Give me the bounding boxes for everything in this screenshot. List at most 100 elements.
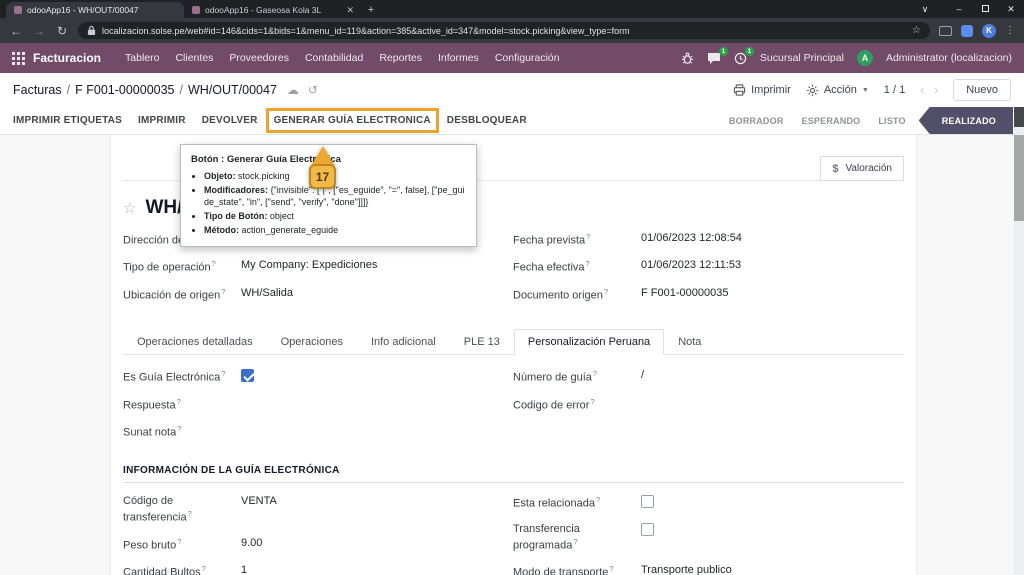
browser-tab-active[interactable]: odooApp16 - WH/OUT/00047 [6,2,184,18]
field-value[interactable]: 1 [241,564,513,575]
imprimir-etiquetas-button[interactable]: IMPRIMIR ETIQUETAS [13,115,122,126]
field-sunat-nota: Sunat nota? [123,424,513,440]
company-selector[interactable]: Sucursal Principal [760,52,844,64]
tab-personalizacion-peruana[interactable]: Personalización Peruana [514,329,664,355]
apps-menu[interactable]: Facturacion [12,51,101,65]
field-value[interactable]: 9.00 [241,537,513,551]
esta-relacionada-checkbox[interactable] [641,495,654,508]
tab-close-icon[interactable]: ✕ [346,5,354,16]
desbloquear-button[interactable]: DESBLOQUEAR [447,115,527,126]
record-pager: 1 / 1 [884,84,905,96]
field-value[interactable]: WH/Salida [241,287,513,301]
status-borrador[interactable]: BORRADOR [729,116,784,126]
field-value[interactable]: Transporte publico [641,564,904,575]
status-esperando[interactable]: ESPERANDO [802,116,861,126]
user-menu[interactable]: Administrator (localizacion) [886,52,1012,64]
tab-nota[interactable]: Nota [664,329,715,355]
field-value[interactable]: My Company: Expediciones [241,259,513,273]
tab-title: odooApp16 - WH/OUT/00047 [27,5,176,15]
devolver-button[interactable]: DEVOLVER [202,115,258,126]
browser-menu-icon[interactable]: ⋮ [1005,25,1015,36]
browser-tab-inactive[interactable]: odooApp16 - Gaseosa Kola 3L ✕ [184,2,362,18]
browser-toolbar: ← → ↻ localizacion.solse.pe/web#id=146&c… [0,18,1024,43]
lock-icon [87,25,96,36]
discard-undo-icon[interactable]: ↺ [308,83,318,97]
field-codigo-error: Codigo de error? [513,397,904,413]
tab-operaciones-detalladas[interactable]: Operaciones detalladas [123,329,267,355]
field-numero-guia: Número de guía? / [513,369,904,385]
field-value[interactable]: / [641,369,904,383]
scrollbar-thumb[interactable] [1014,135,1024,221]
breadcrumb-facturas[interactable]: Facturas [13,83,62,97]
status-realizado-active[interactable]: REALIZADO [919,107,1013,134]
pager-previous-icon[interactable]: ‹ [920,83,924,97]
nav-menu-informes[interactable]: Informes [430,48,487,68]
forward-icon[interactable]: → [32,25,46,37]
activity-clock-icon[interactable]: 1 [734,52,747,65]
new-tab-button[interactable]: + [362,2,380,18]
url-text: localizacion.solse.pe/web#id=146&cids=1&… [102,26,906,36]
statusbar: BORRADOR ESPERANDO LISTO REALIZADO [711,107,1024,134]
debug-bug-icon[interactable] [681,52,694,65]
field-value[interactable]: F F001-00000035 [641,287,904,301]
url-bar[interactable]: localizacion.solse.pe/web#id=146&cids=1&… [78,22,930,39]
status-listo[interactable]: LISTO [878,116,905,126]
pager-next-icon[interactable]: › [934,83,938,97]
breadcrumb: Facturas / F F001-00000035 / WH/OUT/0004… [13,83,277,97]
bookmark-star-icon[interactable]: ☆ [912,25,921,36]
nav-menu-clientes[interactable]: Clientes [167,48,221,68]
action-menu-button[interactable]: Acción ▼ [806,84,869,97]
field-help-marker: ? [609,564,613,573]
page-scrollbar[interactable] [1014,107,1024,575]
imprimir-button[interactable]: IMPRIMIR [138,115,186,126]
tab-info-adicional[interactable]: Info adicional [357,329,450,355]
field-help-marker: ? [221,287,225,296]
field-value[interactable]: 01/06/2023 12:11:53 [641,259,904,273]
tab-ple-13[interactable]: PLE 13 [450,329,514,355]
chevron-down-icon: ▼ [862,87,869,94]
field-help-marker: ? [202,564,206,573]
nav-menu-reportes[interactable]: Reportes [371,48,430,68]
browser-profile-avatar[interactable]: K [982,24,996,38]
field-value[interactable]: 01/06/2023 12:08:54 [641,232,904,246]
nav-menu-tablero[interactable]: Tablero [117,48,167,68]
nav-menu-contabilidad[interactable]: Contabilidad [297,48,371,68]
nav-menu-configuracion[interactable]: Configuración [487,48,568,68]
tab-pane-personalizacion: Es Guía Electrónica? Respuesta? Sunat no… [123,355,904,575]
field-help-marker: ? [177,397,181,406]
transferencia-programada-checkbox[interactable] [641,523,654,536]
field-value[interactable]: VENTA [241,495,513,509]
field-help-marker: ? [596,495,600,504]
back-icon[interactable]: ← [9,25,23,37]
field-help-marker: ? [177,424,181,433]
tooltip-item: Método: action_generate_eguide [204,224,466,237]
window-minimize-icon[interactable]: – [946,4,972,14]
dollar-icon: $ [832,163,838,175]
chat-icon[interactable]: 1 [707,52,721,65]
window-menu-caret-icon[interactable]: ∨ [912,4,938,15]
activity-badge: 1 [745,47,754,56]
reload-icon[interactable]: ↻ [55,25,69,37]
field-tipo-operacion: Tipo de operación? My Company: Expedicio… [123,259,513,275]
valuation-stat-button[interactable]: $ Valoración [820,156,904,181]
print-menu-button[interactable]: Imprimir [733,84,791,96]
tab-operaciones[interactable]: Operaciones [267,329,357,355]
nav-menu-proveedores[interactable]: Proveedores [221,48,297,68]
window-controls: ∨ – ✕ [912,0,1024,18]
extension-icon[interactable] [961,25,973,37]
window-close-icon[interactable]: ✕ [998,4,1024,15]
field-help-marker: ? [212,259,216,268]
window-maximize-icon[interactable] [972,4,998,14]
printer-icon [733,84,746,96]
marker-arrow-icon [311,146,335,166]
save-cloud-icon[interactable]: ☁ [287,83,299,97]
tab-favicon [14,6,22,14]
nav-systray: 1 1 Sucursal Principal A Administrator (… [681,50,1012,66]
generar-guia-electronica-button[interactable]: GENERAR GUÍA ELECTRONICA [274,115,431,126]
es-guia-electronica-checkbox[interactable] [241,369,254,382]
breadcrumb-invoice[interactable]: F F001-00000035 [75,83,174,97]
user-avatar[interactable]: A [857,50,873,66]
favorite-star-icon[interactable]: ☆ [123,199,136,217]
new-record-button[interactable]: Nuevo [953,79,1011,101]
side-panel-icon[interactable] [939,26,952,36]
